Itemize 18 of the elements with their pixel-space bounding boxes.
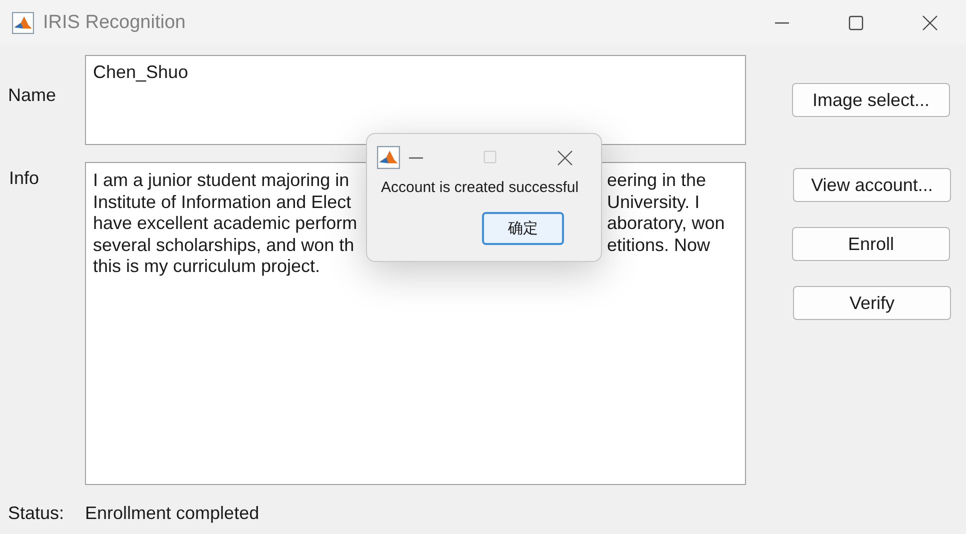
- status-label: Status:: [7, 503, 66, 524]
- action-button[interactable]: Image select...: [792, 83, 950, 117]
- app-icon: [377, 146, 400, 169]
- maximize-icon[interactable]: [848, 14, 864, 30]
- name-field[interactable]: Chen_Shuo: [85, 55, 746, 145]
- app-icon: [12, 12, 34, 34]
- window-title: IRIS Recognition: [43, 12, 186, 34]
- close-icon[interactable]: [557, 150, 573, 166]
- ok-button[interactable]: 确定: [482, 212, 564, 245]
- action-button[interactable]: Verify: [793, 286, 951, 320]
- maximize-icon: [483, 150, 497, 164]
- action-button[interactable]: Enroll: [792, 227, 950, 261]
- dialog-message: Account is created successful: [381, 179, 579, 196]
- action-button[interactable]: View account...: [793, 168, 951, 202]
- close-icon[interactable]: [922, 14, 938, 30]
- status-text: Enrollment completed: [85, 503, 260, 524]
- name-label: Name: [7, 84, 58, 107]
- info-label: Info: [8, 167, 40, 190]
